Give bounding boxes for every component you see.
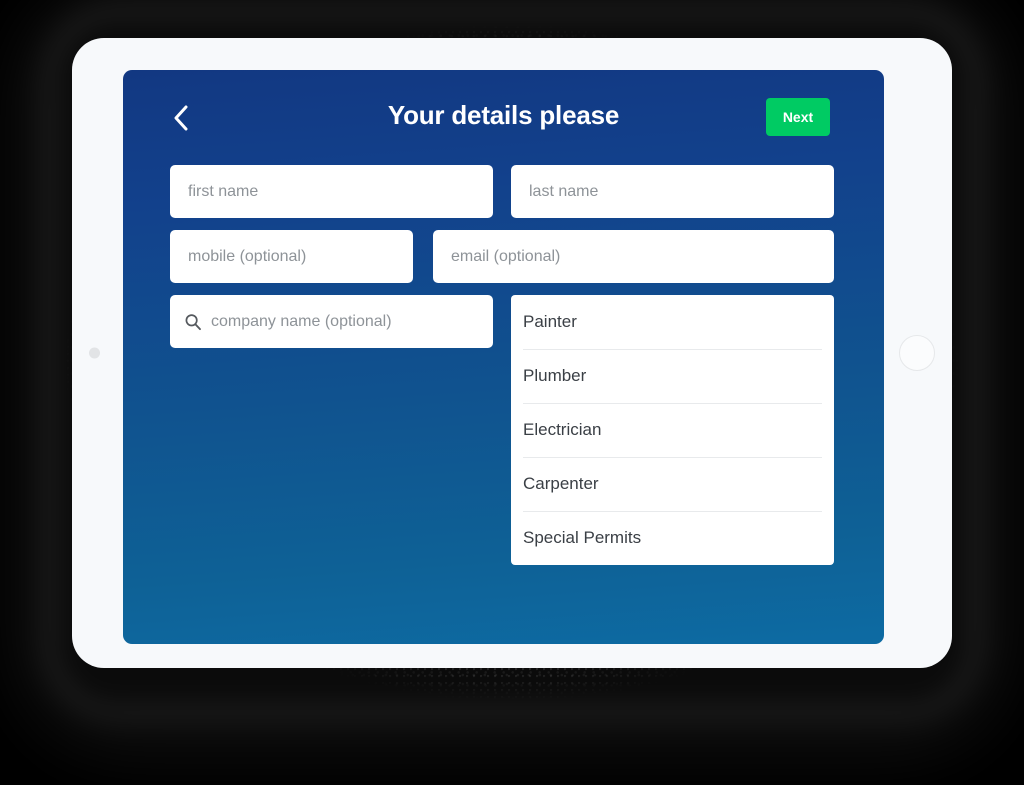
mobile-input[interactable] xyxy=(170,230,413,283)
search-icon xyxy=(184,313,202,331)
company-name-field[interactable] xyxy=(170,295,493,348)
list-item[interactable]: Carpenter xyxy=(511,457,834,511)
app-header: Your details please Next xyxy=(123,70,884,165)
list-item-label: Electrician xyxy=(523,420,602,439)
details-form: Painter Plumber Electrician Carpenter Sp… xyxy=(123,165,884,644)
screenshot-stage: Your details please Next first name last… xyxy=(0,0,1024,785)
list-item[interactable]: Electrician xyxy=(511,403,834,457)
app-screen: Your details please Next first name last… xyxy=(123,70,884,644)
tablet-device: Your details please Next first name last… xyxy=(72,38,952,668)
email-input[interactable] xyxy=(433,230,834,283)
list-item[interactable]: Painter xyxy=(511,295,834,349)
list-item-label: Painter xyxy=(523,312,577,331)
list-item-label: Plumber xyxy=(523,366,587,385)
list-item-label: Special Permits xyxy=(523,528,642,547)
last-name-input[interactable] xyxy=(511,165,834,218)
list-item[interactable]: Special Permits xyxy=(511,511,834,565)
list-item-label: Carpenter xyxy=(523,474,599,493)
company-name-input[interactable] xyxy=(211,312,479,331)
home-button-icon[interactable] xyxy=(899,335,935,371)
trade-category-list: Painter Plumber Electrician Carpenter Sp… xyxy=(511,295,834,565)
first-name-input[interactable] xyxy=(170,165,493,218)
list-item[interactable]: Plumber xyxy=(511,349,834,403)
camera-dot-icon xyxy=(89,347,100,359)
next-button[interactable]: Next xyxy=(766,98,830,136)
